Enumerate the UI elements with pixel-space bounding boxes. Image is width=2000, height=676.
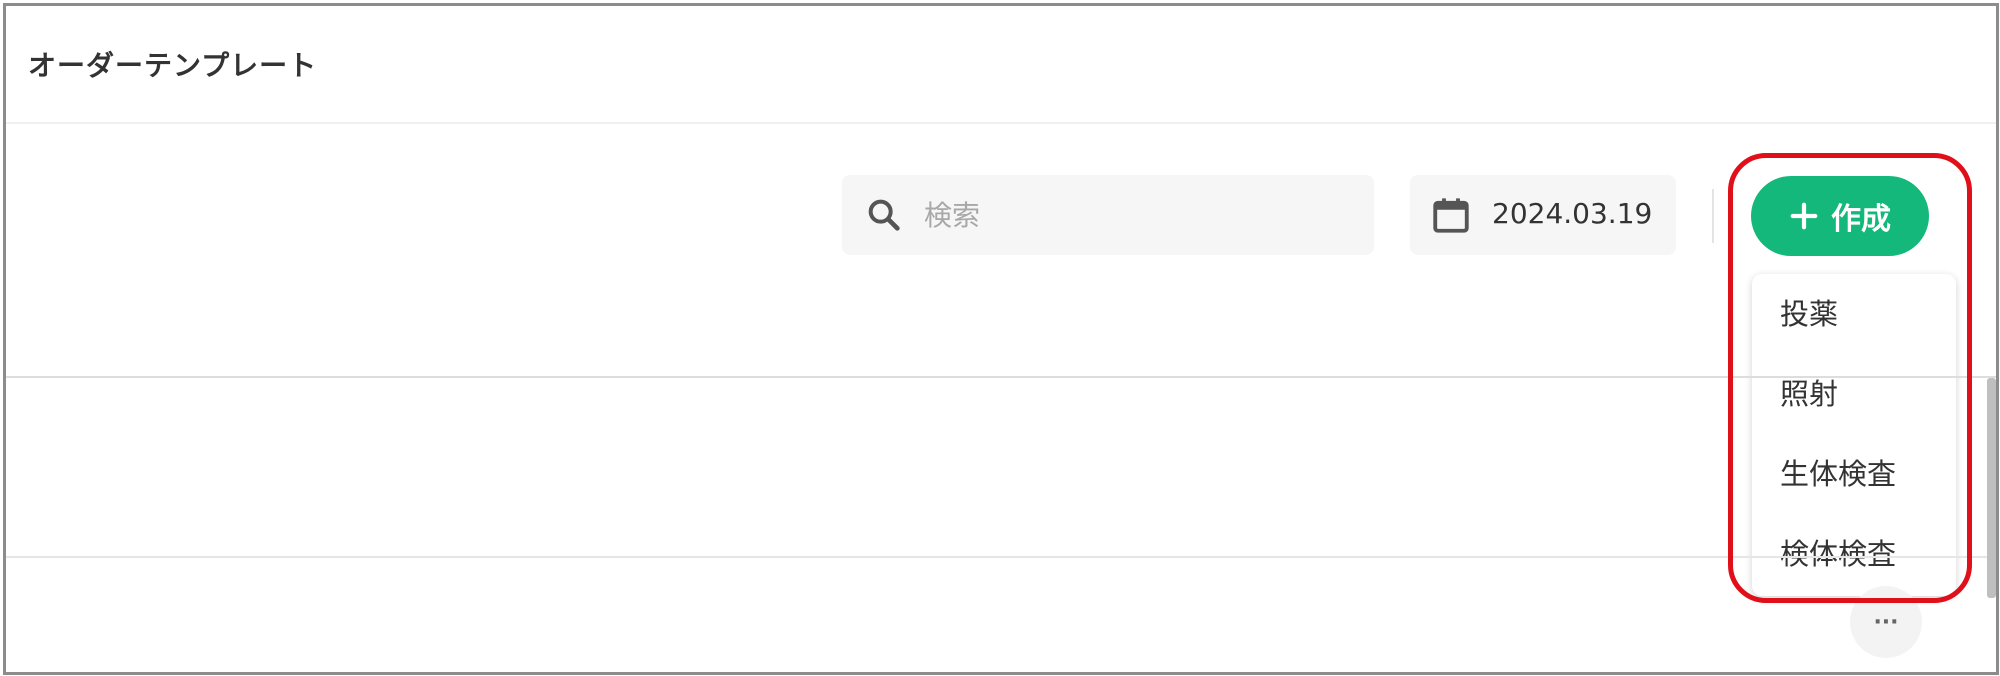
create-dropdown-menu: 投薬 照射 生体検査 検体検査 xyxy=(1752,274,1956,596)
search-input[interactable] xyxy=(924,189,1344,241)
plus-icon xyxy=(1790,202,1818,230)
page-title: オーダーテンプレート xyxy=(28,49,318,82)
search-box[interactable] xyxy=(842,175,1374,255)
menu-item-irradiation[interactable]: 照射 xyxy=(1752,354,1956,434)
date-picker[interactable]: 2024.03.19 xyxy=(1410,175,1676,255)
calendar-icon xyxy=(1433,198,1469,233)
app-window: オーダーテンプレート 2024.03.19 作成 投薬 照射 生体検査 検体検査 xyxy=(3,3,1999,675)
scrollbar-thumb[interactable] xyxy=(1987,378,1996,598)
header-divider xyxy=(6,122,1996,124)
create-button-label: 作成 xyxy=(1831,202,1891,237)
create-button[interactable]: 作成 xyxy=(1751,176,1929,256)
search-icon xyxy=(868,199,900,231)
menu-item-medication[interactable]: 投薬 xyxy=(1752,274,1956,354)
table-row-divider xyxy=(6,556,1996,558)
table-divider xyxy=(6,376,1996,378)
menu-item-specimen-test[interactable]: 検体検査 xyxy=(1752,514,1956,594)
menu-item-biopsy[interactable]: 生体検査 xyxy=(1752,434,1956,514)
toolbar-separator xyxy=(1712,189,1714,243)
date-value: 2024.03.19 xyxy=(1492,197,1653,230)
more-horizontal-icon[interactable]: ··· xyxy=(1850,586,1922,658)
